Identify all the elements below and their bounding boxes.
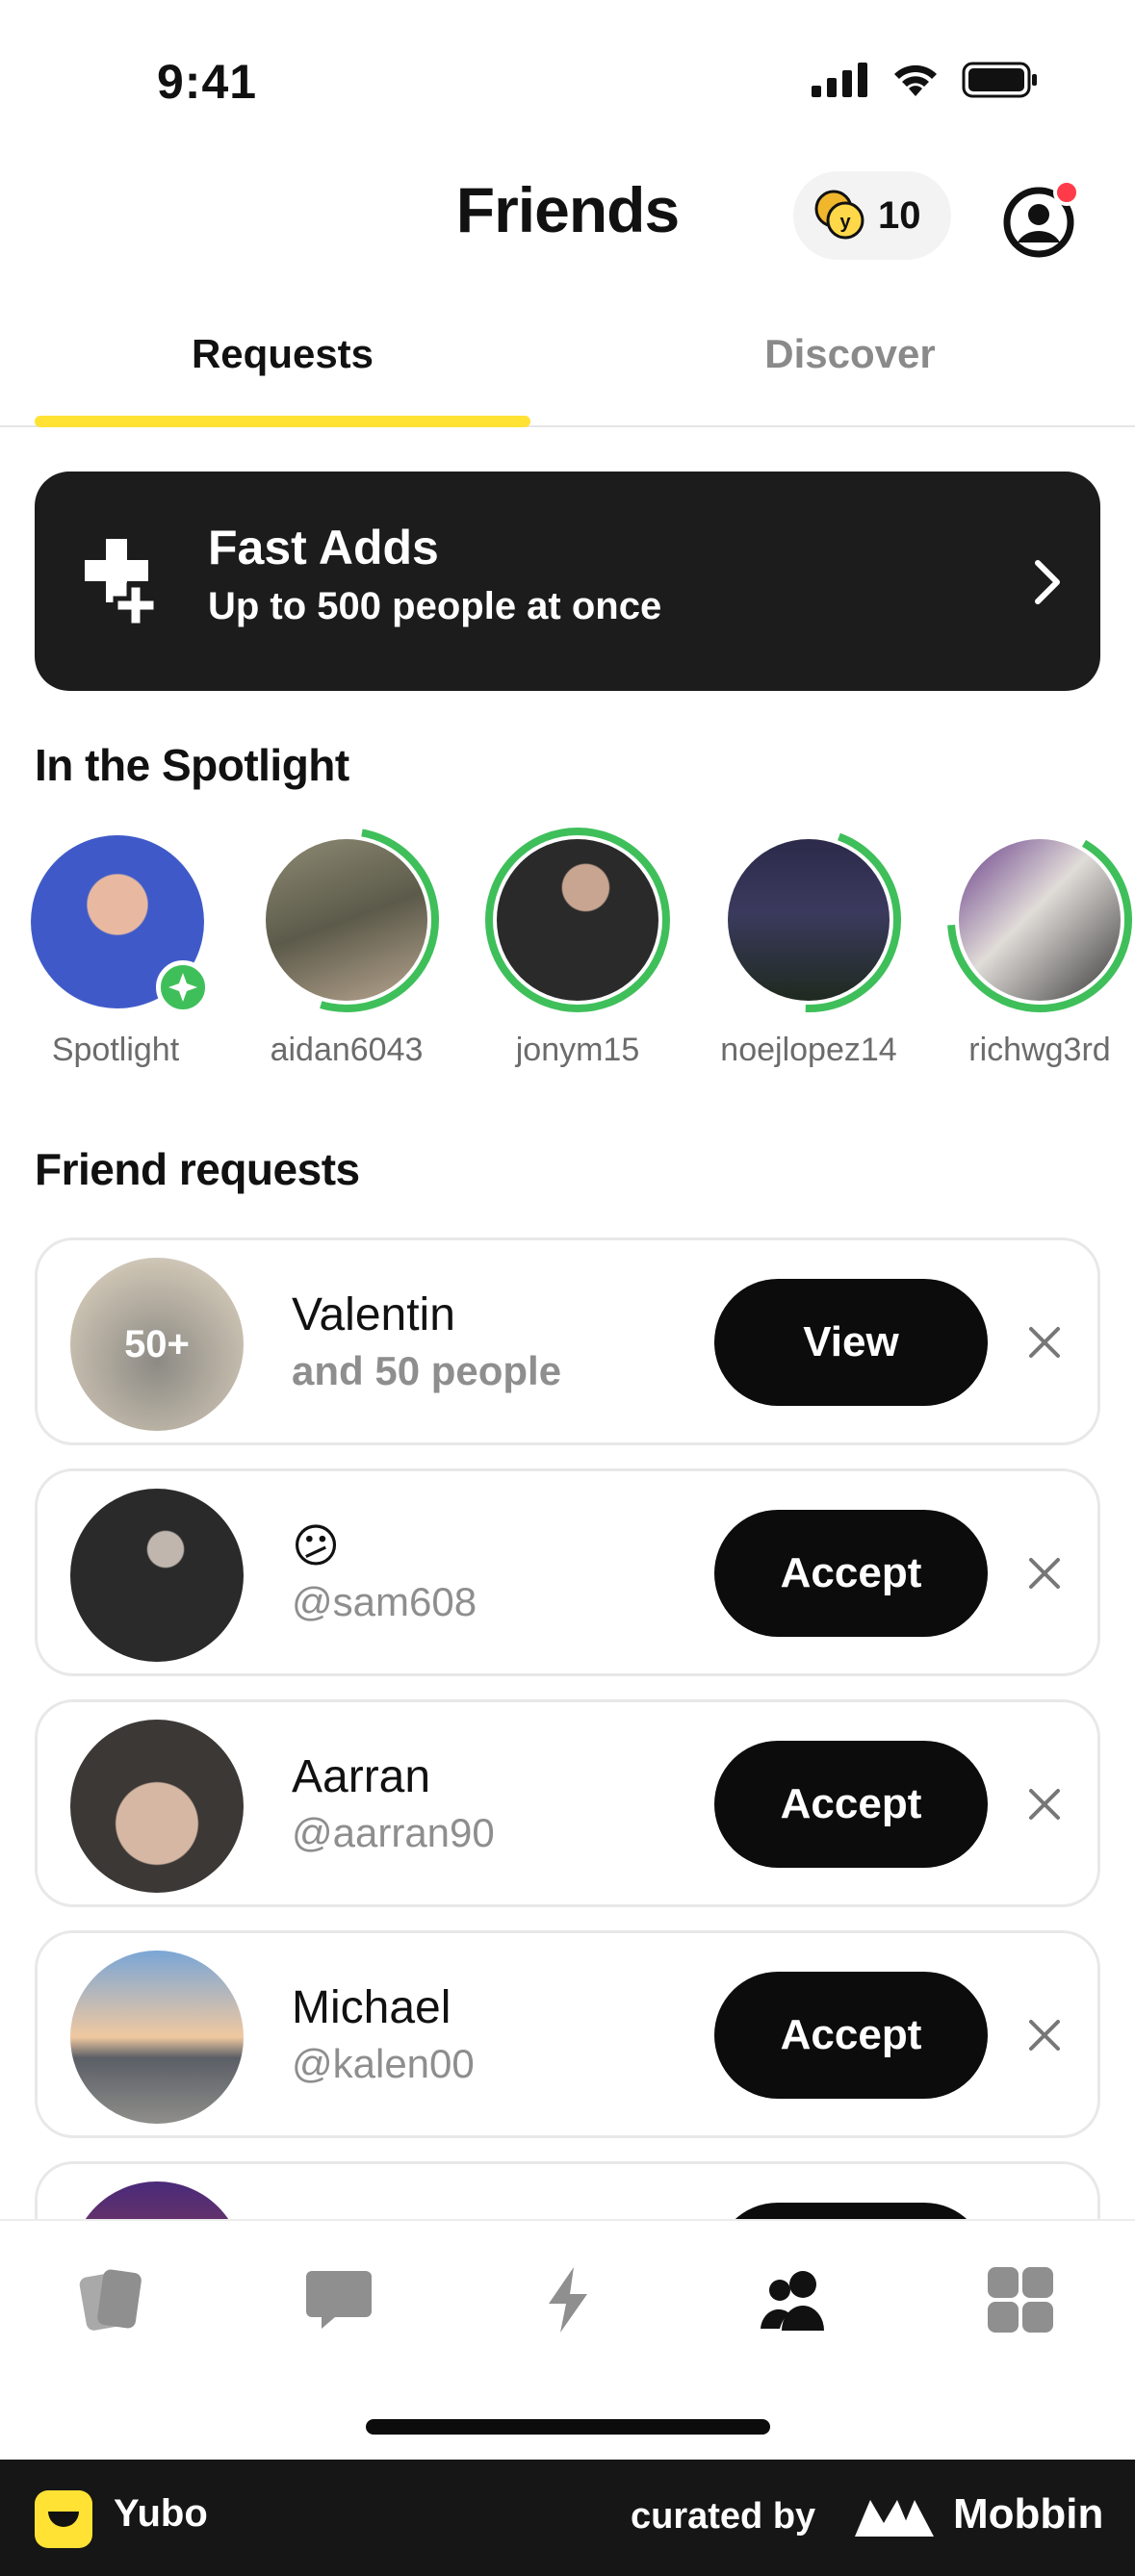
- bottom-tab-bar: [0, 2219, 1135, 2460]
- coin-count: 10: [878, 193, 921, 237]
- request-name: Aarran: [292, 1751, 431, 1802]
- spotlight-name: Spotlight: [51, 1032, 180, 1068]
- coins-icon: y: [814, 190, 864, 240]
- spotlight-name: noejlopez14: [720, 1032, 897, 1068]
- active-tab-indicator: [35, 416, 530, 427]
- lightning-icon[interactable]: [529, 2261, 606, 2338]
- spotlight-item[interactable]: jonym15: [462, 826, 693, 1069]
- chevron-right-icon: [1035, 560, 1060, 604]
- avatar: [70, 1951, 244, 2124]
- status-time: 9:41: [157, 55, 258, 109]
- cellular-signal-icon: [812, 63, 867, 97]
- mobbin-logo-icon: [855, 2500, 934, 2537]
- notification-dot: [1053, 179, 1080, 206]
- wifi-icon: [894, 64, 937, 96]
- request-name: Valentin: [292, 1289, 455, 1340]
- grid-icon[interactable]: [982, 2261, 1059, 2338]
- yubo-logo-icon: [35, 2490, 92, 2548]
- coin-badge[interactable]: y 10: [793, 171, 951, 260]
- request-name: Michael: [292, 1982, 451, 2033]
- friends-icon[interactable]: [755, 2261, 832, 2338]
- fast-adds-banner[interactable]: Fast Adds Up to 500 people at once: [35, 472, 1100, 691]
- header: Friends y 10: [0, 164, 1135, 260]
- friend-requests-title: Friend requests: [35, 1144, 360, 1194]
- accept-button[interactable]: Accept: [714, 1510, 988, 1637]
- spotlight-item[interactable]: noejlopez14: [693, 826, 924, 1069]
- close-icon[interactable]: [1025, 1554, 1064, 1593]
- avatar-count-label: 50+: [124, 1322, 190, 1365]
- request-subtitle: @sam608: [292, 1579, 477, 1624]
- avatar: [70, 1720, 244, 1893]
- friend-request-card[interactable]: 50+ Valentin and 50 people View: [35, 1237, 1100, 1445]
- svg-text:y: y: [839, 212, 851, 233]
- friend-request-card[interactable]: Aarran @aarran90 Accept: [35, 1699, 1100, 1907]
- tab-requests[interactable]: Requests: [35, 331, 530, 377]
- profile-button[interactable]: [1003, 179, 1080, 258]
- accept-button[interactable]: Accept: [714, 1972, 988, 2099]
- avatar: [266, 839, 427, 1001]
- close-icon[interactable]: [1025, 1785, 1064, 1824]
- avatar: [70, 1489, 244, 1662]
- friend-request-card[interactable]: 😕 @sam608 Accept: [35, 1468, 1100, 1676]
- request-subtitle: and 50 people: [292, 1348, 562, 1393]
- spotlight-name: aidan6043: [270, 1032, 424, 1068]
- request-name: 😕: [292, 1521, 341, 1572]
- add-spotlight-icon: [156, 960, 210, 1014]
- home-indicator: [366, 2419, 770, 2435]
- page-title: Friends: [455, 174, 680, 245]
- chat-icon[interactable]: [300, 2261, 377, 2338]
- spotlight-name: jonym15: [515, 1032, 640, 1068]
- close-icon[interactable]: [1025, 2016, 1064, 2054]
- avatar: 50+: [70, 1258, 244, 1431]
- footer-bar: Yubo curated by Mobbin: [0, 2460, 1135, 2576]
- spotlight-item[interactable]: richwg3rd: [924, 826, 1135, 1069]
- spotlight-title: In the Spotlight: [35, 740, 349, 790]
- fast-adds-icon: [85, 539, 159, 627]
- fast-adds-title: Fast Adds: [208, 521, 439, 574]
- friend-request-card[interactable]: Michael @kalen00 Accept: [35, 1930, 1100, 2138]
- view-button[interactable]: View: [714, 1279, 988, 1406]
- tab-discover[interactable]: Discover: [597, 331, 1103, 377]
- battery-icon: [962, 62, 1037, 98]
- tabs: Requests Discover: [0, 298, 1135, 427]
- close-icon[interactable]: [1025, 1323, 1064, 1362]
- cards-icon[interactable]: [75, 2261, 152, 2338]
- spotlight-item[interactable]: Spotlight: [0, 826, 231, 1069]
- avatar: [497, 839, 658, 1001]
- avatar: [959, 839, 1121, 1001]
- request-subtitle: @aarran90: [292, 1810, 495, 1855]
- footer-app-name: Yubo: [114, 2492, 208, 2535]
- accept-button[interactable]: Accept: [714, 1741, 988, 1868]
- status-bar: 9:41: [0, 0, 1135, 144]
- footer-curated: curated by: [631, 2496, 816, 2537]
- avatar: [728, 839, 890, 1001]
- status-icons: [812, 62, 1039, 98]
- fast-adds-subtitle: Up to 500 people at once: [208, 585, 662, 627]
- spotlight-item[interactable]: aidan6043: [231, 826, 462, 1069]
- request-subtitle: @kalen00: [292, 2041, 475, 2086]
- spotlight-name: richwg3rd: [968, 1032, 1111, 1068]
- spotlight-list: Spotlight aidan6043 jonym15 noejlopez14: [0, 826, 1135, 1076]
- footer-brand: Mobbin: [953, 2490, 1104, 2538]
